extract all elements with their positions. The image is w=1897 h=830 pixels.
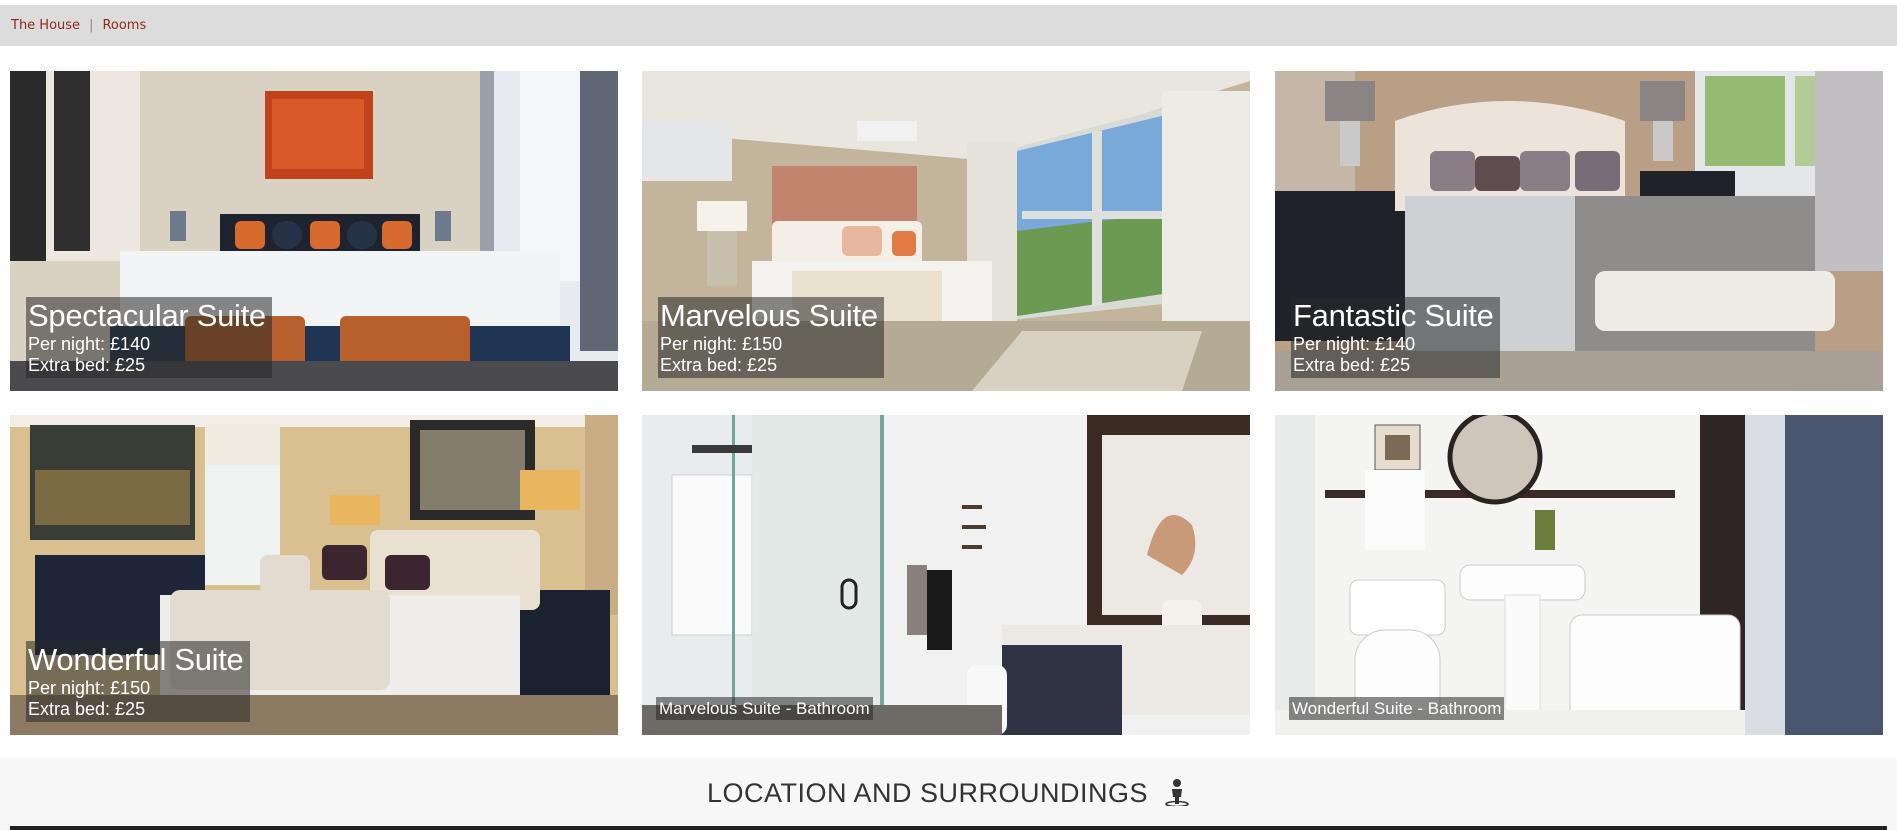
room-caption: Marvelous Suite Per night: £150 Extra be… [658,297,884,378]
room-caption: Fantastic Suite Per night: £140 Extra be… [1291,297,1500,378]
breadcrumb-link-the-house[interactable]: The House [11,18,80,33]
room-tile-fantastic-suite[interactable]: Fantastic Suite Per night: £140 Extra be… [1275,71,1883,391]
room-extra-bed-price: Extra bed: £25 [28,699,146,719]
room-price-per-night: Per night: £140 [28,334,151,354]
bathroom-tile-marvelous-suite[interactable]: Marvelous Suite - Bathroom [642,415,1250,735]
room-name: Marvelous Suite [660,298,878,333]
room-extra-bed-price: Extra bed: £25 [660,355,778,375]
bathroom-caption: Wonderful Suite - Bathroom [1289,697,1505,720]
bathroom-tile-wonderful-suite[interactable]: Wonderful Suite - Bathroom [1275,415,1883,735]
room-tile-wonderful-suite[interactable]: Wonderful Suite Per night: £150 Extra be… [10,415,618,735]
breadcrumb-link-rooms[interactable]: Rooms [102,18,146,33]
room-tile-marvelous-suite[interactable]: Marvelous Suite Per night: £150 Extra be… [642,71,1250,391]
room-price-per-night: Per night: £140 [1293,334,1416,354]
location-title: LOCATION AND SURROUNDINGS [706,778,1149,808]
room-extra-bed-price: Extra bed: £25 [28,355,146,375]
room-extra-bed-price: Extra bed: £25 [1293,355,1411,375]
room-name: Spectacular Suite [28,298,266,333]
bathroom-photo [1275,415,1883,735]
room-name: Fantastic Suite [1293,298,1494,333]
bathroom-photo [642,415,1250,735]
person-walking-icon [1164,778,1190,813]
section-divider [10,826,1887,830]
bathroom-caption: Marvelous Suite - Bathroom [656,697,873,720]
room-caption: Spectacular Suite Per night: £140 Extra … [26,297,272,378]
room-caption: Wonderful Suite Per night: £150 Extra be… [26,641,250,722]
breadcrumb: The House | Rooms [0,5,1897,46]
room-tile-spectacular-suite[interactable]: Spectacular Suite Per night: £140 Extra … [10,71,618,391]
breadcrumb-separator: | [89,18,94,33]
room-price-per-night: Per night: £150 [660,334,783,354]
room-price-per-night: Per night: £150 [28,678,151,698]
location-heading: LOCATION AND SURROUNDINGS [0,778,1897,813]
location-section: LOCATION AND SURROUNDINGS [0,758,1897,830]
room-name: Wonderful Suite [28,642,244,677]
